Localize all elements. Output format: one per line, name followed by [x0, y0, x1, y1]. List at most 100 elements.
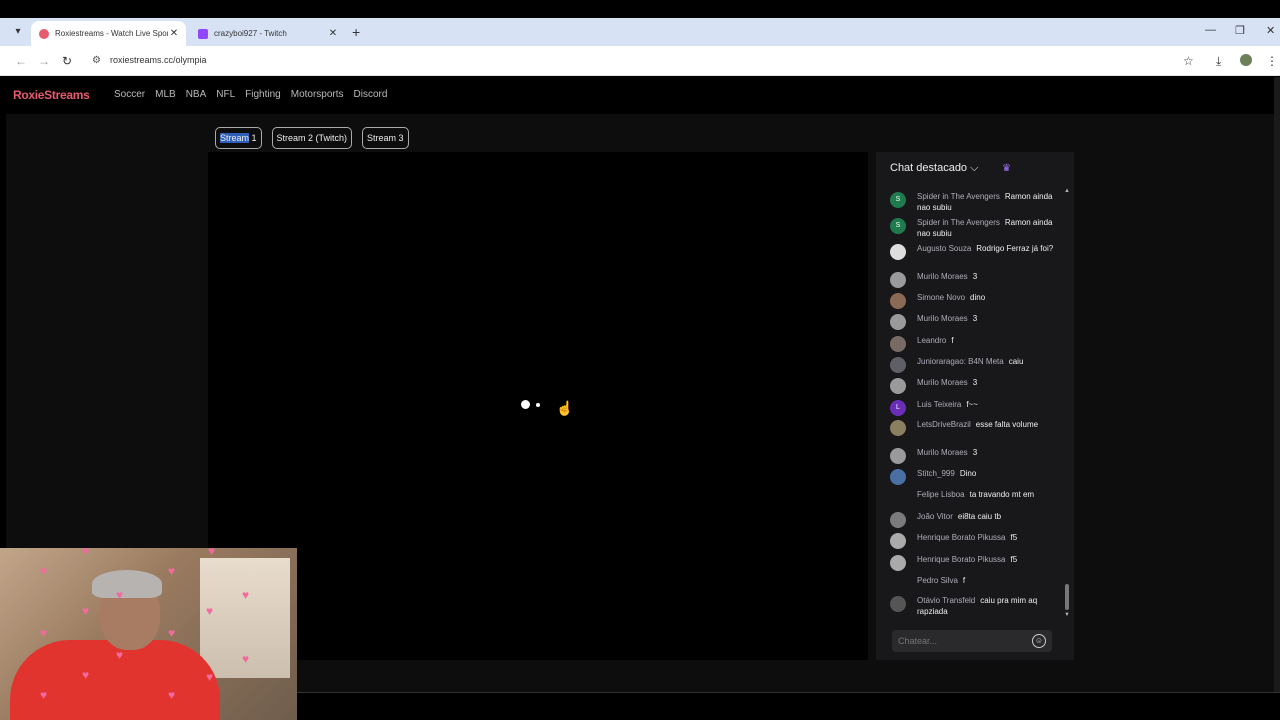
nav-link-nfl[interactable]: NFL [216, 89, 235, 100]
tab-roxiestreams[interactable]: Roxiestreams - Watch Live Spor ✕ [31, 21, 186, 46]
nav-link-soccer[interactable]: Soccer [114, 89, 145, 100]
profile-avatar[interactable] [1240, 54, 1252, 66]
bookmark-star-icon[interactable]: ☆ [1183, 54, 1194, 68]
chat-message: S Spider in The Avengers Ramon ainda nao s… [890, 192, 1060, 213]
stream-1-button[interactable]: Stream 1 [215, 127, 262, 149]
avatar[interactable] [890, 448, 906, 464]
chat-username[interactable]: Stitch_999 [917, 469, 955, 478]
site-logo[interactable]: RoxieStreams [13, 88, 90, 102]
avatar[interactable] [890, 576, 906, 592]
chat-message: L Luis Teixeira f~~ [890, 400, 1060, 416]
scroll-up-icon[interactable]: ▲ [1064, 188, 1070, 194]
nav-link-mlb[interactable]: MLB [155, 89, 176, 100]
page-scrollbar[interactable] [1274, 77, 1280, 692]
nav-link-fighting[interactable]: Fighting [245, 89, 281, 100]
avatar[interactable] [890, 469, 906, 485]
scroll-thumb[interactable] [1065, 584, 1069, 610]
close-icon[interactable]: ✕ [168, 28, 180, 39]
nav-link-nba[interactable]: NBA [186, 89, 207, 100]
scroll-down-icon[interactable]: ▼ [1064, 612, 1070, 618]
new-tab-icon[interactable]: + [352, 24, 360, 40]
chat-username[interactable]: Luis Teixeira [917, 400, 961, 409]
chat-message: Murilo Moraes 3 [890, 378, 1060, 394]
chat-text: esse falta volume [975, 420, 1039, 429]
avatar[interactable] [890, 314, 906, 330]
avatar[interactable]: L [890, 400, 906, 416]
mouse-cursor-icon: ☝ [556, 400, 574, 416]
avatar[interactable] [890, 420, 906, 436]
stream-2-button[interactable]: Stream 2 (Twitch) [271, 127, 353, 149]
forward-icon[interactable]: → [38, 54, 50, 68]
avatar[interactable] [890, 293, 906, 309]
heart-icon: ♥ [116, 648, 124, 662]
chat-mode-dropdown[interactable]: Chat destacado ⌵ [890, 162, 978, 175]
minimize-icon[interactable]: — [1205, 24, 1216, 36]
webcam-person-body [10, 640, 220, 720]
avatar[interactable] [890, 512, 906, 528]
chat-username[interactable]: Murilo Moraes [917, 314, 968, 323]
close-icon[interactable]: ✕ [327, 28, 339, 39]
chat-message: Murilo Moraes 3 [890, 272, 1060, 288]
chat-username[interactable]: Henrique Borato Pikussa [917, 555, 1006, 564]
chat-username[interactable]: Felipe Lisboa [917, 490, 965, 499]
site-info-icon[interactable]: ⚙ [92, 55, 101, 66]
chat-username[interactable]: Spider in The Avengers [917, 218, 1000, 227]
emoji-icon[interactable]: ☺ [1032, 634, 1046, 648]
chat-message: S Spider in The Avengers Ramon ainda nao s… [890, 218, 1060, 239]
tab-title: crazyboi927 - Twitch [214, 29, 287, 38]
avatar[interactable]: S [890, 192, 906, 208]
avatar[interactable] [890, 596, 906, 612]
address-bar[interactable]: roxiestreams.cc/olympia [110, 55, 207, 65]
chat-text: 3 [972, 378, 978, 387]
chat-message-body: Murilo Moraes 3 [917, 272, 1060, 283]
avatar[interactable] [890, 244, 906, 260]
chat-username[interactable]: Spider in The Avengers [917, 192, 1000, 201]
twitch-favicon-icon [198, 28, 208, 39]
restore-icon[interactable]: ❐ [1235, 24, 1245, 37]
stream-3-button[interactable]: Stream 3 [362, 127, 409, 149]
chat-username[interactable]: Otávio Transfeld [917, 596, 975, 605]
reload-icon[interactable]: ↻ [62, 54, 72, 68]
window-close-icon[interactable]: ✕ [1266, 24, 1275, 37]
chat-username[interactable]: Henrique Borato Pikussa [917, 533, 1006, 542]
heart-icon: ♥ [242, 652, 250, 666]
back-icon[interactable]: ← [15, 54, 27, 68]
chat-message-body: Otávio Transfeld caiu pra mim aq rapziada [917, 596, 1060, 617]
chat-message-body: Junioraragao: B4N Meta caiu [917, 357, 1060, 368]
chat-username[interactable]: Simone Novo [917, 293, 965, 302]
avatar[interactable]: S [890, 218, 906, 234]
chat-username[interactable]: LetsDriveBrazil [917, 420, 971, 429]
download-icon[interactable]: ⤓ [1216, 54, 1221, 69]
nav-link-motorsports[interactable]: Motorsports [291, 89, 344, 100]
chat-text: ei8ta caiu tb [957, 512, 1002, 521]
nav-link-discord[interactable]: Discord [354, 89, 388, 100]
chat-username[interactable]: Junioraragao: B4N Meta [917, 357, 1004, 366]
chat-message: Junioraragao: B4N Meta caiu [890, 357, 1060, 373]
chat-username[interactable]: Pedro Silva [917, 576, 958, 585]
video-player[interactable] [208, 152, 868, 660]
loading-spinner-dot [536, 403, 540, 407]
chat-message-body: Murilo Moraes 3 [917, 448, 1060, 459]
chat-username[interactable]: João Vitor [917, 512, 953, 521]
avatar[interactable] [890, 357, 906, 373]
chat-username[interactable]: Murilo Moraes [917, 272, 968, 281]
chat-username[interactable]: Murilo Moraes [917, 378, 968, 387]
chat-message: Simone Novo dino [890, 293, 1060, 309]
chat-username[interactable]: Leandro [917, 336, 946, 345]
avatar[interactable] [890, 533, 906, 549]
chat-scrollbar[interactable]: ▲ ▼ [1064, 188, 1070, 618]
avatar[interactable] [890, 555, 906, 571]
avatar[interactable] [890, 378, 906, 394]
chat-username[interactable]: Augusto Souza [917, 244, 971, 253]
chat-message-body: Luis Teixeira f~~ [917, 400, 1060, 411]
chat-message: LetsDriveBrazil esse falta volume [890, 420, 1060, 436]
crown-icon[interactable]: ♛ [1002, 163, 1011, 174]
tab-search-icon[interactable]: ▾ [10, 24, 26, 40]
avatar[interactable] [890, 490, 906, 506]
avatar[interactable] [890, 336, 906, 352]
chat-username[interactable]: Murilo Moraes [917, 448, 968, 457]
avatar[interactable] [890, 272, 906, 288]
tab-twitch[interactable]: crazyboi927 - Twitch ✕ [190, 21, 345, 46]
menu-dots-icon[interactable]: ⋮ [1266, 54, 1278, 68]
chat-input[interactable] [892, 630, 1052, 652]
